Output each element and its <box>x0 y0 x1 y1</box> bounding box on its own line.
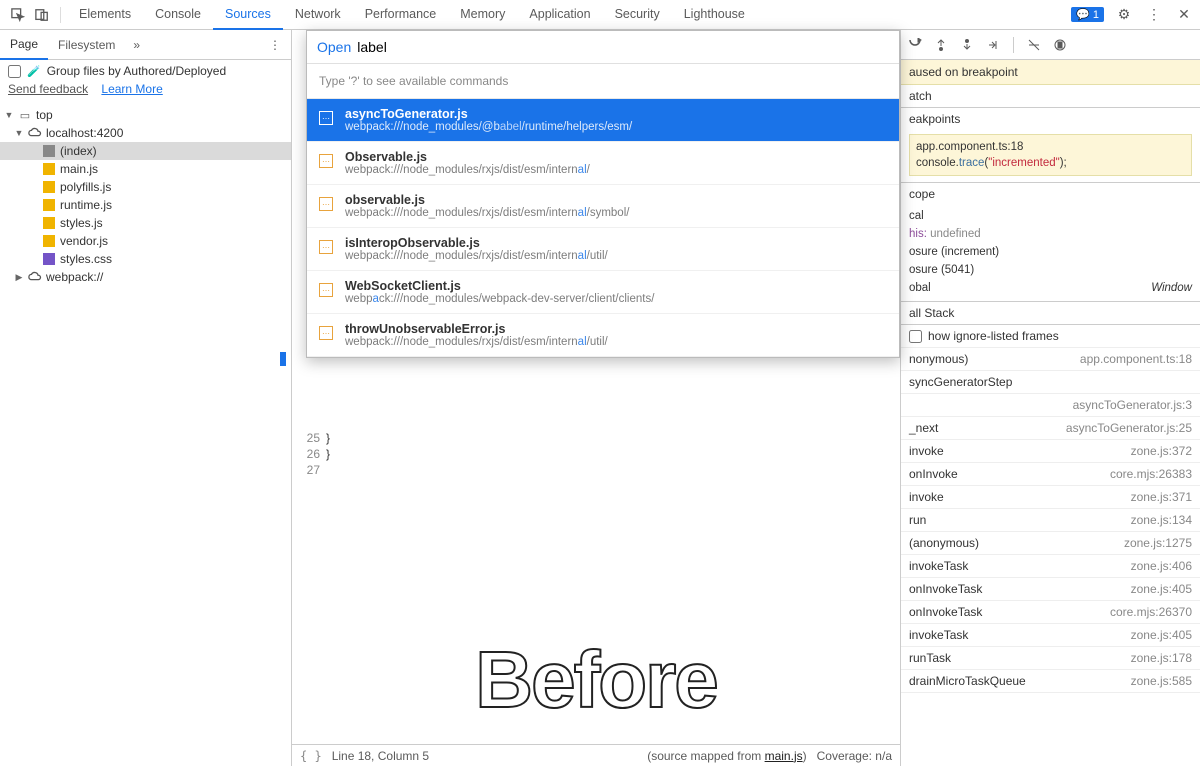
open-file-result[interactable]: ⋯observable.jswebpack:///node_modules/rx… <box>307 185 899 228</box>
learn-more-link[interactable]: Learn More <box>101 82 162 96</box>
open-file-input[interactable] <box>357 39 889 55</box>
cursor-position: Line 18, Column 5 <box>332 749 429 763</box>
tree-file[interactable]: runtime.js <box>0 196 291 214</box>
tab-memory[interactable]: Memory <box>448 0 517 30</box>
file-tree: ▼▭top ▼localhost:4200 (index)main.jspoly… <box>0 102 291 766</box>
issues-badge[interactable]: 💬 1 <box>1071 7 1104 22</box>
open-file-result[interactable]: ⋯WebSocketClient.jswebpack:///node_modul… <box>307 271 899 314</box>
tree-file[interactable]: main.js <box>0 160 291 178</box>
tree-top[interactable]: ▼▭top <box>0 106 291 124</box>
breakpoints-section[interactable]: eakpoints <box>901 108 1200 130</box>
open-file-result[interactable]: ⋯isInteropObservable.jswebpack:///node_m… <box>307 228 899 271</box>
device-toggle-icon[interactable] <box>34 7 50 23</box>
open-file-result[interactable]: ⋯Observable.jswebpack:///node_modules/rx… <box>307 142 899 185</box>
open-command-label: Open <box>317 39 351 55</box>
tab-elements[interactable]: Elements <box>67 0 143 30</box>
resume-icon[interactable] <box>907 37 923 53</box>
tab-performance[interactable]: Performance <box>353 0 449 30</box>
paused-banner: aused on breakpoint <box>901 60 1200 85</box>
callstack-frame[interactable]: onInvokeTaskcore.mjs:26370 <box>901 601 1200 624</box>
tree-host[interactable]: ▼localhost:4200 <box>0 124 291 142</box>
deactivate-breakpoints-icon[interactable] <box>1026 37 1042 53</box>
tab-console[interactable]: Console <box>143 0 213 30</box>
show-ignored-label: how ignore-listed frames <box>928 329 1059 343</box>
callstack-frame[interactable]: syncGeneratorStep <box>901 371 1200 394</box>
debugger-panel: aused on breakpoint atch eakpoints app.c… <box>900 30 1200 766</box>
coverage-info: Coverage: n/a <box>817 749 892 763</box>
step-into-icon[interactable] <box>959 37 975 53</box>
callstack-frame[interactable]: asyncToGenerator.js:3 <box>901 394 1200 417</box>
callstack-frame[interactable]: runzone.js:134 <box>901 509 1200 532</box>
tab-network[interactable]: Network <box>283 0 353 30</box>
source-map-info: (source mapped from main.js) <box>647 749 806 763</box>
tree-file[interactable]: polyfills.js <box>0 178 291 196</box>
show-ignored-checkbox[interactable] <box>909 330 922 343</box>
callstack-frame[interactable]: invokezone.js:371 <box>901 486 1200 509</box>
beaker-icon: 🧪 <box>27 65 41 78</box>
inspect-icon[interactable] <box>10 7 26 23</box>
more-tabs[interactable]: » <box>125 31 148 59</box>
step-out-icon[interactable] <box>985 37 1001 53</box>
callstack-frame[interactable]: runTaskzone.js:178 <box>901 647 1200 670</box>
tree-file[interactable]: styles.css <box>0 250 291 268</box>
filesystem-tab[interactable]: Filesystem <box>48 31 125 59</box>
tab-security[interactable]: Security <box>603 0 672 30</box>
status-bar: { } Line 18, Column 5 (source mapped fro… <box>292 744 900 766</box>
tab-lighthouse[interactable]: Lighthouse <box>672 0 757 30</box>
callstack-frame[interactable]: (anonymous)zone.js:1275 <box>901 532 1200 555</box>
navigator-panel: Page Filesystem » ⋮ 🧪 Group files by Aut… <box>0 30 292 766</box>
execution-line-marker <box>280 352 286 366</box>
open-file-result[interactable]: ⋯throwUnobservableError.jswebpack:///nod… <box>307 314 899 357</box>
page-tab[interactable]: Page <box>0 30 48 60</box>
tree-webpack[interactable]: ▶webpack:// <box>0 268 291 286</box>
callstack-frame[interactable]: drainMicroTaskQueuezone.js:585 <box>901 670 1200 693</box>
tree-file[interactable]: vendor.js <box>0 232 291 250</box>
callstack-frame[interactable]: onInvokeTaskzone.js:405 <box>901 578 1200 601</box>
devtools-main-tabs: ElementsConsoleSourcesNetworkPerformance… <box>0 0 1200 30</box>
callstack-section[interactable]: all Stack <box>901 302 1200 324</box>
tab-application[interactable]: Application <box>517 0 602 30</box>
pause-exceptions-icon[interactable] <box>1052 37 1068 53</box>
callstack-frame[interactable]: nonymous)app.component.ts:18 <box>901 348 1200 371</box>
more-icon[interactable]: ⋮ <box>1144 6 1164 23</box>
tree-file[interactable]: styles.js <box>0 214 291 232</box>
callstack-frame[interactable]: _nextasyncToGenerator.js:25 <box>901 417 1200 440</box>
callstack-frame[interactable]: invokeTaskzone.js:406 <box>901 555 1200 578</box>
open-file-popup: Open Type '?' to see available commands … <box>306 30 900 358</box>
callstack-frame[interactable]: invokezone.js:372 <box>901 440 1200 463</box>
separator <box>60 7 61 23</box>
settings-icon[interactable]: ⚙ <box>1114 6 1134 23</box>
watch-section[interactable]: atch <box>901 85 1200 107</box>
breakpoint-entry[interactable]: app.component.ts:18 console.trace("incre… <box>909 134 1192 176</box>
pretty-print-icon[interactable]: { } <box>300 749 322 763</box>
tab-sources[interactable]: Sources <box>213 0 283 30</box>
group-files-label: Group files by Authored/Deployed <box>47 64 226 78</box>
send-feedback-link[interactable]: Send feedback <box>8 82 88 96</box>
step-over-icon[interactable] <box>933 37 949 53</box>
navigator-menu[interactable]: ⋮ <box>259 38 291 52</box>
scope-section[interactable]: cope <box>901 183 1200 205</box>
close-icon[interactable]: ✕ <box>1174 6 1194 23</box>
open-file-result[interactable]: ⋯asyncToGenerator.jswebpack:///node_modu… <box>307 99 899 142</box>
popup-hint: Type '?' to see available commands <box>307 64 899 99</box>
callstack-frame[interactable]: invokeTaskzone.js:405 <box>901 624 1200 647</box>
group-files-checkbox[interactable] <box>8 65 21 78</box>
callstack-frame[interactable]: onInvokecore.mjs:26383 <box>901 463 1200 486</box>
tree-file[interactable]: (index) <box>0 142 291 160</box>
